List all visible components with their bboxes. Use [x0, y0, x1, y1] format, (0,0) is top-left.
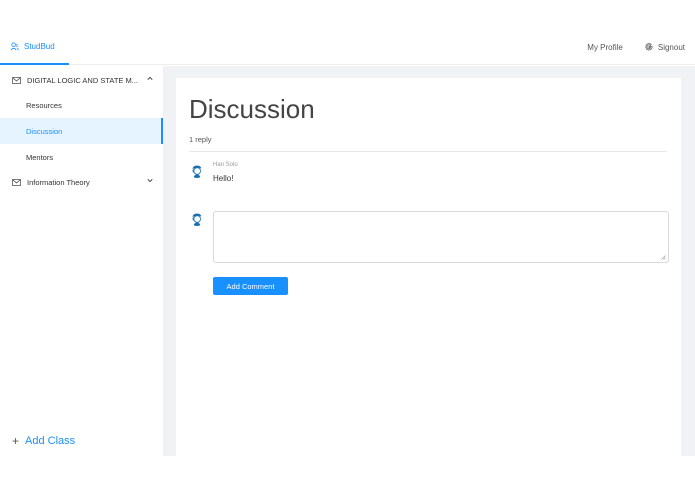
add-class-button[interactable]: + Add Class — [12, 434, 75, 448]
resize-grip-icon[interactable] — [661, 255, 666, 260]
sidebar-item-label: Resources — [26, 100, 62, 110]
my-profile-link[interactable]: My Profile — [587, 43, 623, 52]
sidebar-item-label: Mentors — [26, 152, 54, 162]
comment-author: Han Solo — [213, 162, 238, 168]
chevron-down-icon — [147, 179, 153, 183]
sidebar-group-label: Information Theory — [27, 177, 90, 187]
mail-icon — [12, 76, 21, 84]
sidebar-item-label: Discussion — [26, 126, 63, 136]
my-profile-label: My Profile — [587, 42, 623, 52]
sidebar-item-resources[interactable]: Resources — [0, 92, 163, 118]
chevron-up-icon — [147, 76, 153, 80]
sidebar-group-information-theory[interactable]: Information Theory — [0, 170, 163, 194]
sidebar: DIGITAL LOGIC AND STATE M... Resources D… — [0, 66, 164, 456]
discussion-card: Discussion 1 reply Han Solo Hello! Add C… — [176, 78, 681, 456]
divider — [189, 151, 667, 152]
comment-textarea[interactable] — [213, 211, 669, 263]
mail-icon — [12, 178, 21, 186]
reply-count: 1 reply — [189, 135, 212, 144]
user-group-icon — [10, 41, 19, 50]
brand-link[interactable]: StudBud — [0, 29, 69, 65]
brand-name: StudBud — [24, 41, 55, 51]
signout-link[interactable]: Signout — [645, 43, 685, 52]
sidebar-item-discussion[interactable]: Discussion — [0, 118, 163, 144]
comment-text: Hello! — [213, 174, 234, 183]
add-comment-button[interactable]: Add Comment — [213, 277, 288, 295]
sidebar-item-mentors[interactable]: Mentors — [0, 144, 163, 170]
user-avatar-icon — [190, 164, 204, 178]
google-icon — [645, 43, 653, 51]
top-navigation-bar: StudBud My Profile Signout — [0, 29, 695, 65]
page-title: Discussion — [189, 94, 315, 124]
add-class-label: Add Class — [25, 435, 76, 447]
sidebar-group-digital-logic[interactable]: DIGITAL LOGIC AND STATE M... — [0, 68, 163, 92]
sidebar-group-label: DIGITAL LOGIC AND STATE M... — [27, 75, 138, 85]
plus-icon: + — [12, 434, 20, 448]
signout-label: Signout — [657, 42, 685, 52]
user-avatar-icon — [190, 212, 204, 226]
